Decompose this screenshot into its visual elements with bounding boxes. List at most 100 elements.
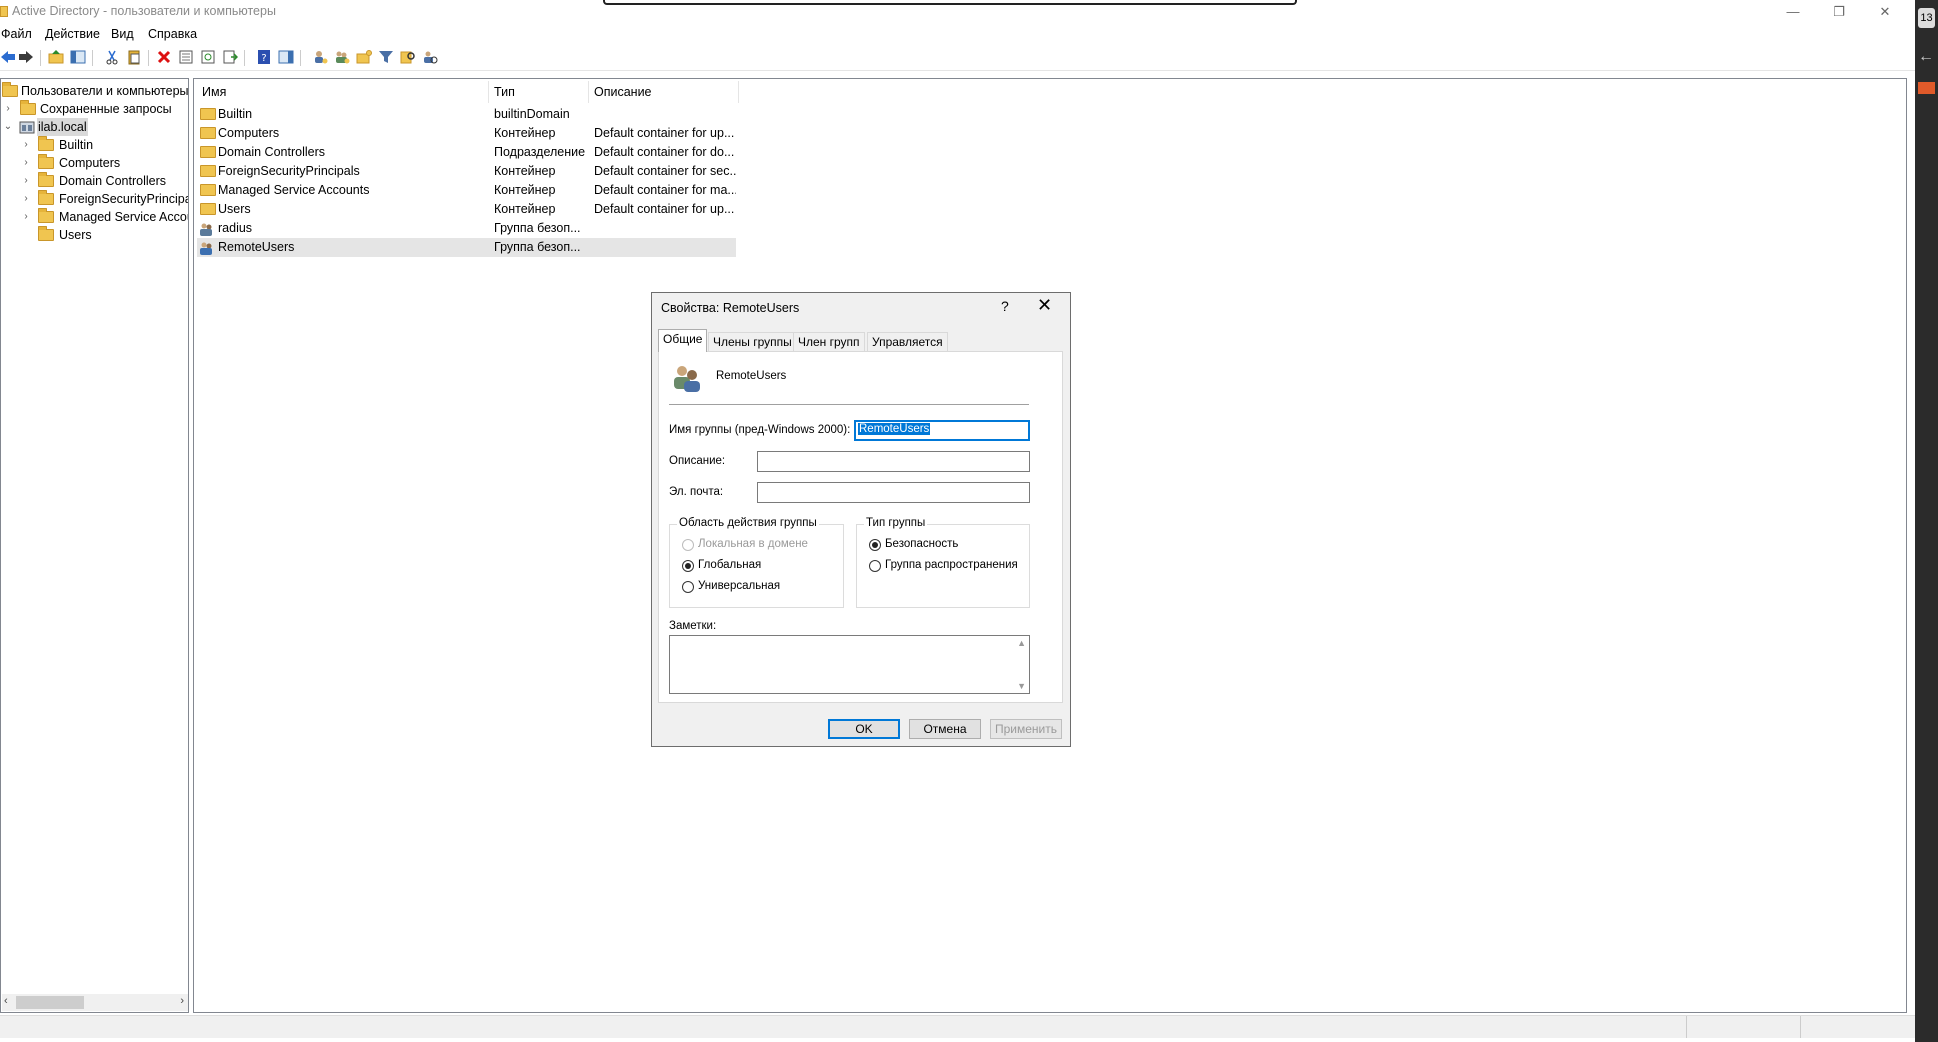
- app-icon: [0, 6, 8, 17]
- tab-managed-by[interactable]: Управляется: [867, 332, 948, 351]
- chevron-right-icon[interactable]: ›: [21, 154, 31, 172]
- radio-distribution[interactable]: [869, 560, 881, 572]
- cancel-button[interactable]: Отмена: [909, 719, 981, 739]
- scroll-up-icon[interactable]: ▲: [1017, 638, 1026, 648]
- new-user-icon[interactable]: [312, 49, 328, 65]
- delete-icon[interactable]: [156, 49, 172, 65]
- group-type-legend: Тип группы: [864, 517, 928, 529]
- filter-icon[interactable]: [378, 49, 394, 65]
- scroll-left-icon[interactable]: ‹: [4, 995, 8, 1007]
- description-input[interactable]: [757, 451, 1030, 472]
- ok-button[interactable]: OK: [828, 719, 900, 739]
- folder-icon: [20, 100, 36, 115]
- radio-global[interactable]: [682, 560, 694, 572]
- menu-file[interactable]: Файл: [1, 27, 32, 41]
- close-icon[interactable]: ✕: [1037, 295, 1052, 316]
- chevron-right-icon[interactable]: ›: [21, 190, 31, 208]
- group-scope-legend: Область действия группы: [677, 517, 819, 529]
- help-icon[interactable]: ?: [256, 49, 272, 65]
- list-item[interactable]: radius Группа безоп...: [197, 219, 736, 238]
- back-icon[interactable]: [0, 49, 16, 65]
- prewin-name-label: Имя группы (пред-Windows 2000):: [669, 424, 851, 436]
- properties-dialog: Свойства: RemoteUsers ? ✕ Общие Члены гр…: [651, 292, 1071, 747]
- group-icon: [200, 223, 212, 236]
- dialog-title: Свойства: RemoteUsers: [661, 301, 800, 315]
- folder-icon: [38, 226, 54, 241]
- counter-badge[interactable]: 13: [1918, 8, 1935, 28]
- menu-help[interactable]: Справка: [148, 27, 197, 41]
- show-console-tree-icon[interactable]: [70, 49, 86, 65]
- find-icon[interactable]: [400, 49, 416, 65]
- chevron-right-icon[interactable]: ›: [3, 100, 13, 118]
- add-to-group-icon[interactable]: [422, 49, 438, 65]
- list-item[interactable]: ForeignSecurityPrincipals Контейнер Defa…: [197, 162, 736, 181]
- group-name: RemoteUsers: [716, 370, 787, 382]
- column-header-description[interactable]: Описание: [594, 85, 652, 99]
- ou-icon: [200, 146, 216, 158]
- menu-bar: Файл Действие Вид Справка: [0, 24, 1915, 44]
- list-item[interactable]: Managed Service Accounts Контейнер Defau…: [197, 181, 736, 200]
- folder-icon: [38, 190, 54, 205]
- column-header-type[interactable]: Тип: [494, 85, 515, 99]
- help-icon[interactable]: ?: [1001, 298, 1009, 314]
- action-pane-icon[interactable]: [278, 49, 294, 65]
- scroll-right-icon[interactable]: ›: [180, 995, 184, 1007]
- folder-icon: [38, 136, 54, 151]
- arrow-left-icon[interactable]: ←: [1918, 48, 1934, 66]
- chevron-right-icon[interactable]: ›: [21, 136, 31, 154]
- list-item[interactable]: Computers Контейнер Default container fo…: [197, 124, 736, 143]
- list-item[interactable]: Domain Controllers Подразделение Default…: [197, 143, 736, 162]
- list-item[interactable]: Users Контейнер Default container for up…: [197, 200, 736, 219]
- properties-icon[interactable]: [178, 49, 194, 65]
- console-tree: Пользователи и компьютеры Active Directo…: [0, 78, 189, 1013]
- restore-icon[interactable]: ❐: [1824, 2, 1854, 22]
- scroll-down-icon[interactable]: ▼: [1017, 681, 1026, 691]
- description-label: Описание:: [669, 455, 726, 467]
- tab-general[interactable]: Общие: [658, 329, 708, 352]
- menu-action[interactable]: Действие: [45, 27, 100, 41]
- tree-item-domain[interactable]: ⌄ ilab.local: [1, 118, 188, 136]
- cut-icon[interactable]: [104, 49, 120, 65]
- forward-icon[interactable]: [18, 49, 34, 65]
- export-list-icon[interactable]: [222, 49, 238, 65]
- folder-icon: [200, 108, 216, 120]
- radio-security[interactable]: [869, 539, 881, 551]
- up-folder-icon[interactable]: [48, 49, 64, 65]
- chevron-right-icon[interactable]: ›: [21, 208, 31, 226]
- folder-icon: [2, 82, 18, 97]
- scrollbar-thumb[interactable]: [16, 996, 84, 1009]
- folder-icon: [200, 165, 216, 177]
- chevron-down-icon[interactable]: ⌄: [3, 118, 13, 136]
- radio-domain-local[interactable]: [682, 539, 694, 551]
- group-type-box: Тип группы Безопасность Группа распростр…: [856, 517, 1030, 608]
- tab-member-of[interactable]: Член групп: [793, 332, 865, 351]
- list-item[interactable]: Builtin builtinDomain: [197, 105, 736, 124]
- email-input[interactable]: [757, 482, 1030, 503]
- minimize-icon[interactable]: —: [1778, 2, 1808, 22]
- group-icon: [674, 366, 700, 392]
- column-header-name[interactable]: Имя: [202, 85, 226, 99]
- refresh-icon[interactable]: [200, 49, 216, 65]
- paste-icon[interactable]: [126, 49, 142, 65]
- close-icon[interactable]: ✕: [1870, 2, 1900, 22]
- folder-icon: [200, 184, 216, 196]
- side-strip: 13 ←: [1915, 0, 1938, 1042]
- new-ou-icon[interactable]: [356, 49, 372, 65]
- new-group-icon[interactable]: [334, 49, 350, 65]
- notes-label: Заметки:: [669, 620, 717, 632]
- apply-button[interactable]: Применить: [990, 719, 1062, 739]
- list-item-selected[interactable]: RemoteUsers Группа безоп...: [197, 238, 736, 257]
- menu-view[interactable]: Вид: [111, 27, 134, 41]
- domain-icon: [19, 121, 35, 134]
- notes-textarea[interactable]: ▲ ▼: [669, 635, 1030, 694]
- chevron-right-icon[interactable]: ›: [21, 172, 31, 190]
- horizontal-scrollbar[interactable]: ‹ ›: [2, 994, 188, 1011]
- tab-members[interactable]: Члены группы: [708, 332, 797, 351]
- tab-panel-general: RemoteUsers Имя группы (пред-Windows 200…: [658, 351, 1063, 703]
- group-scope-box: Область действия группы Локальная в доме…: [669, 517, 844, 608]
- mail-icon[interactable]: [1918, 82, 1935, 94]
- email-label: Эл. почта:: [669, 486, 724, 498]
- prewin-name-input[interactable]: RemoteUsers: [854, 420, 1030, 441]
- separator: [669, 404, 1029, 405]
- radio-universal[interactable]: [682, 581, 694, 593]
